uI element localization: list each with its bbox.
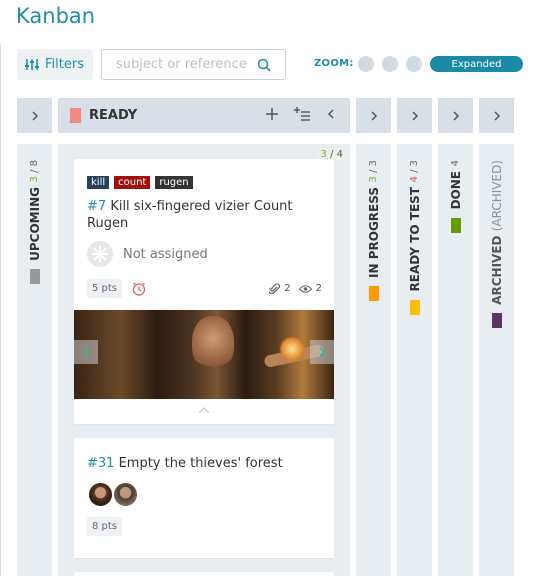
filters-button[interactable]: Filters <box>17 49 93 80</box>
user-story-card[interactable]: #31 Empty the thieves' forest 8 pts <box>74 438 334 558</box>
ready-column-header: READY <box>58 98 350 133</box>
user-story-card[interactable] <box>74 572 334 576</box>
search-box[interactable] <box>101 49 286 80</box>
ready-color-swatch <box>70 108 81 123</box>
points-badge: 8 pts <box>87 517 123 536</box>
attachment-count: 2 <box>284 283 291 294</box>
tag-rugen[interactable]: rugen <box>155 176 193 189</box>
snowflake-icon <box>92 246 108 262</box>
chevron-up-icon <box>198 406 210 413</box>
filters-label: Filters <box>45 57 84 72</box>
tag-count[interactable]: count <box>114 176 151 189</box>
card-subject[interactable]: Empty the thieves' forest <box>119 456 283 471</box>
archived-color-swatch <box>491 312 502 328</box>
archived-expand-button[interactable] <box>479 98 514 133</box>
zoom-label: ZOOM: <box>314 58 354 69</box>
clock-icon <box>132 281 146 296</box>
ready-to-test-count: 4 / 3 <box>409 160 420 183</box>
page-title: Kanban <box>16 4 96 28</box>
chevron-right-icon <box>31 110 38 121</box>
avatar[interactable] <box>112 481 139 508</box>
in-progress-column-title: IN PROGRESS <box>366 187 381 279</box>
zoom-level-2[interactable] <box>382 56 398 72</box>
image-next-button[interactable] <box>310 340 334 364</box>
search-icon[interactable] <box>257 58 271 72</box>
tag-list: kill count rugen <box>87 176 334 189</box>
upcoming-expand-button[interactable] <box>17 98 52 133</box>
archived-column-title: ARCHIVED (ARCHIVED) <box>489 160 504 305</box>
done-column-title: DONE <box>448 171 463 210</box>
card-ref[interactable]: #31 <box>87 456 114 471</box>
user-story-card[interactable]: kill count rugen #7 Kill six-fingered vi… <box>74 159 334 424</box>
assignee-name: Not assigned <box>123 246 208 262</box>
card-title[interactable]: #7 Kill six-fingered vizier Count Rugen <box>87 198 322 232</box>
chevron-left-icon <box>82 347 89 357</box>
ready-to-test-column-title: READY TO TEST <box>407 187 422 292</box>
ready-to-test-color-swatch <box>409 299 420 315</box>
card-ref[interactable]: #7 <box>87 199 106 214</box>
done-column[interactable]: 4 DONE <box>438 144 473 576</box>
points-badge: 5 pts <box>87 279 123 298</box>
ready-column: 3 / 4 kill count rugen #7 Kill six-finge… <box>58 144 350 576</box>
paperclip-icon <box>269 282 281 294</box>
zoom-level-3[interactable] <box>406 56 422 72</box>
image-prev-button[interactable] <box>74 340 98 364</box>
upcoming-color-swatch <box>29 269 40 285</box>
zoom-level-expanded[interactable]: Expanded <box>430 56 523 72</box>
upcoming-column[interactable]: 3 / 8 UPCOMING <box>17 144 52 576</box>
tag-kill[interactable]: kill <box>87 176 110 189</box>
card-meta: 5 pts 2 2 <box>87 278 334 299</box>
chevron-right-icon <box>452 110 459 121</box>
zoom-level-1[interactable] <box>358 56 374 72</box>
done-count: 4 <box>450 160 461 167</box>
done-color-swatch <box>450 217 461 233</box>
ready-column-title: READY <box>89 108 138 123</box>
divider <box>0 44 1 576</box>
chevron-right-icon <box>319 347 326 357</box>
assignee[interactable]: Not assigned <box>87 241 334 267</box>
upcoming-count: 3 / 8 <box>29 160 40 183</box>
collapse-card-button[interactable] <box>74 399 334 421</box>
in-progress-color-swatch <box>368 286 379 302</box>
assignee-avatars[interactable] <box>87 481 334 508</box>
card-attachment-image[interactable] <box>74 310 334 399</box>
ready-to-test-column[interactable]: 4 / 3 READY TO TEST <box>397 144 432 576</box>
chevron-left-icon[interactable] <box>326 109 336 119</box>
sliders-icon <box>25 59 39 70</box>
ready-to-test-expand-button[interactable] <box>397 98 432 133</box>
card-title[interactable]: #31 Empty the thieves' forest <box>87 455 322 472</box>
list-add-icon[interactable] <box>294 107 310 121</box>
avatar[interactable] <box>87 481 114 508</box>
watcher-count: 2 <box>315 283 322 294</box>
in-progress-expand-button[interactable] <box>356 98 391 133</box>
placeholder-avatar <box>87 241 113 267</box>
card-meta: 8 pts <box>87 516 334 537</box>
upcoming-column-title: UPCOMING <box>27 187 42 262</box>
chevron-right-icon <box>411 110 418 121</box>
chevron-right-icon <box>370 110 377 121</box>
eye-icon <box>298 284 312 293</box>
search-input[interactable] <box>116 57 261 72</box>
archived-column[interactable]: ARCHIVED (ARCHIVED) <box>479 144 514 576</box>
chevron-right-icon <box>493 110 500 121</box>
done-expand-button[interactable] <box>438 98 473 133</box>
in-progress-column[interactable]: 3 / 3 IN PROGRESS <box>356 144 391 576</box>
card-subject[interactable]: Kill six-fingered vizier Count Rugen <box>87 199 293 231</box>
in-progress-count: 3 / 3 <box>368 160 379 183</box>
plus-icon[interactable] <box>266 108 278 120</box>
